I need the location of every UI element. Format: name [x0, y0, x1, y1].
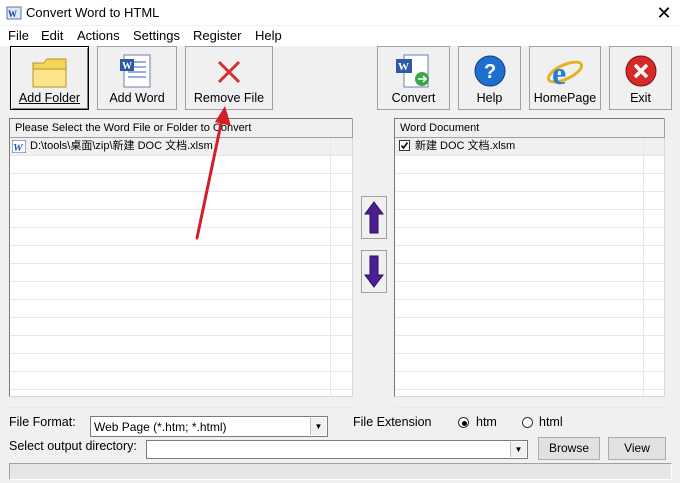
homepage-button[interactable]: e HomePage — [529, 46, 601, 110]
chevron-down-icon[interactable]: ▼ — [510, 442, 526, 457]
list-item-name: 新建 DOC 文档.xlsm — [415, 140, 516, 152]
word-document-header-extra[interactable] — [643, 119, 665, 138]
homepage-label: HomePage — [533, 91, 597, 105]
list-item — [10, 282, 352, 300]
file-format-select[interactable]: Web Page (*.htm; *.html) ▼ — [90, 416, 328, 437]
list-item — [10, 354, 352, 372]
add-word-label: Add Word — [109, 91, 165, 105]
list-item — [395, 174, 664, 192]
window-title: Convert Word to HTML — [26, 5, 160, 20]
add-folder-label: Add Folder — [18, 91, 81, 105]
ext-htm-radio[interactable] — [458, 417, 469, 428]
list-item — [10, 336, 352, 354]
down-arrow-icon — [364, 255, 384, 288]
move-up-button[interactable] — [361, 196, 387, 239]
list-item — [395, 192, 664, 210]
exit-label: Exit — [630, 91, 651, 105]
list-item — [395, 264, 664, 282]
word-document-icon: W — [118, 53, 156, 94]
menu-actions[interactable]: Actions — [77, 28, 120, 43]
help-label: Help — [476, 91, 503, 105]
list-item — [10, 156, 352, 174]
list-item — [10, 192, 352, 210]
menu-edit[interactable]: Edit — [41, 28, 63, 43]
svg-text:W: W — [13, 142, 24, 153]
source-list-header[interactable]: Please Select the Word File or Folder to… — [10, 119, 336, 138]
help-icon: ? — [472, 53, 508, 92]
source-list-header-extra[interactable] — [330, 119, 353, 138]
remove-x-icon — [214, 57, 244, 90]
add-folder-button[interactable]: Add Folder — [10, 46, 89, 110]
list-item — [395, 246, 664, 264]
list-item — [10, 246, 352, 264]
close-window-button[interactable]: ✕ — [652, 2, 676, 24]
list-item — [395, 390, 664, 408]
list-item — [395, 372, 664, 390]
help-button[interactable]: ? Help — [458, 46, 521, 110]
up-arrow-icon — [364, 201, 384, 234]
exit-icon — [623, 53, 659, 92]
list-item — [395, 318, 664, 336]
list-item — [10, 210, 352, 228]
list-item — [10, 264, 352, 282]
word-document-list[interactable]: Word Document 新建 DOC 文档.xlsm — [394, 118, 665, 408]
list-item[interactable]: W D:\tools\桌面\zip\新建 DOC 文档.xlsm — [10, 138, 352, 156]
svg-text:W: W — [122, 61, 132, 72]
item-checkbox[interactable] — [399, 140, 410, 151]
file-format-label: File Format: — [9, 415, 76, 429]
annotation-arrow-icon — [195, 106, 231, 240]
list-item — [10, 390, 352, 408]
svg-text:e: e — [552, 55, 566, 91]
word-document-header[interactable]: Word Document — [395, 119, 649, 138]
list-item — [10, 228, 352, 246]
output-directory-label: Select output directory: — [9, 439, 137, 453]
svg-text:W: W — [398, 61, 409, 73]
list-item — [10, 372, 352, 390]
ext-htm-label[interactable]: htm — [476, 415, 497, 429]
folder-icon — [30, 53, 70, 94]
menu-file[interactable]: File — [8, 28, 29, 43]
list-item — [10, 174, 352, 192]
svg-text:W: W — [8, 9, 17, 19]
source-file-list[interactable]: Please Select the Word File or Folder to… — [9, 118, 353, 408]
convert-button[interactable]: W Convert — [377, 46, 450, 110]
internet-explorer-icon: e — [545, 53, 585, 94]
list-item — [395, 282, 664, 300]
file-extension-label: File Extension — [353, 415, 432, 429]
list-item — [395, 228, 664, 246]
menu-register[interactable]: Register — [193, 28, 241, 43]
list-item — [395, 354, 664, 372]
ext-html-label[interactable]: html — [539, 415, 563, 429]
app-icon: W — [6, 5, 22, 21]
menu-help[interactable]: Help — [255, 28, 282, 43]
browse-button[interactable]: Browse — [538, 437, 600, 460]
status-bar — [9, 463, 672, 480]
convert-icon: W — [394, 53, 434, 94]
list-item — [395, 210, 664, 228]
list-item[interactable]: 新建 DOC 文档.xlsm — [395, 138, 664, 156]
add-word-button[interactable]: W Add Word — [97, 46, 177, 110]
column-divider — [330, 138, 331, 396]
list-item — [395, 156, 664, 174]
svg-text:?: ? — [484, 61, 496, 83]
chevron-down-icon[interactable]: ▼ — [310, 418, 326, 435]
convert-label: Convert — [391, 91, 436, 105]
output-directory-select[interactable]: ▼ — [146, 440, 528, 459]
column-divider — [643, 138, 644, 396]
list-item — [10, 300, 352, 318]
move-down-button[interactable] — [361, 250, 387, 293]
ext-html-radio[interactable] — [522, 417, 533, 428]
menu-settings[interactable]: Settings — [133, 28, 180, 43]
file-format-value: Web Page (*.htm; *.html) — [94, 420, 227, 434]
list-item — [395, 336, 664, 354]
list-item — [395, 300, 664, 318]
view-button[interactable]: View — [608, 437, 666, 460]
exit-button[interactable]: Exit — [609, 46, 672, 110]
list-item — [10, 318, 352, 336]
